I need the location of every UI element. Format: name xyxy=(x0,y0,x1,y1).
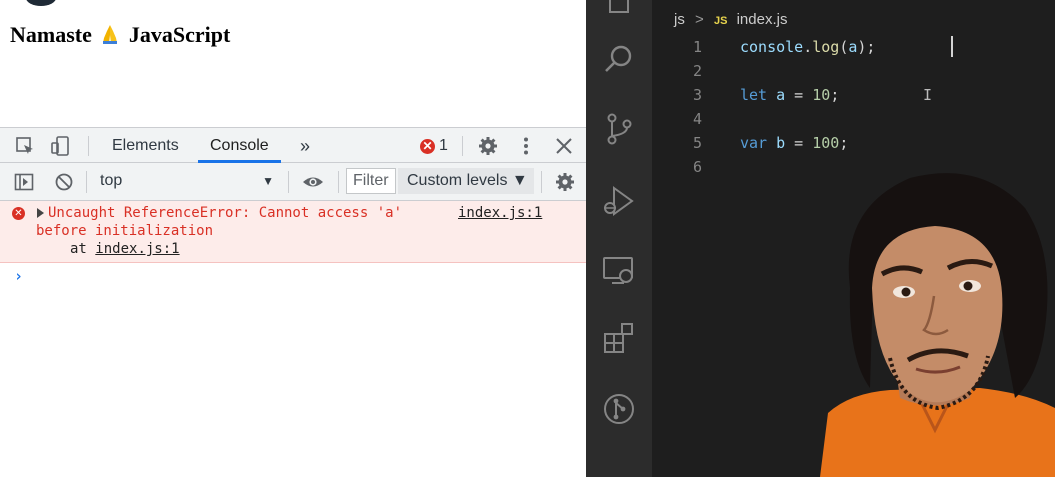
stack-at-label: at xyxy=(70,241,87,257)
explorer-icon[interactable] xyxy=(602,0,636,20)
filter-input[interactable]: Filter xyxy=(346,168,396,194)
extensions-icon[interactable] xyxy=(602,322,636,356)
tab-console[interactable]: Console xyxy=(198,128,281,163)
settings-gear-icon[interactable] xyxy=(478,136,498,156)
more-tabs-button[interactable]: » xyxy=(300,128,310,163)
code-line[interactable]: let a = 10; xyxy=(740,86,839,104)
error-x-icon: ✕ xyxy=(420,138,435,154)
code-line[interactable]: console.log(a); xyxy=(740,38,875,56)
error-source-link[interactable]: index.js:1 xyxy=(458,205,542,221)
folded-hands-icon xyxy=(103,25,118,44)
browser-viewport: Namaste JavaScript Elements Console » ✕ xyxy=(0,0,586,477)
log-levels-dropdown[interactable]: Custom levels ▼ xyxy=(398,168,534,194)
remote-explorer-icon[interactable] xyxy=(602,254,636,288)
context-select-value: top xyxy=(100,172,123,189)
divider xyxy=(86,171,87,193)
js-file-icon: JS xyxy=(713,15,728,27)
heading-namaste: Namaste xyxy=(10,22,92,47)
stack-trace-link[interactable]: index.js:1 xyxy=(95,241,179,257)
divider xyxy=(462,136,463,156)
error-count-badge[interactable]: ✕ 1 xyxy=(420,136,448,156)
line-number: 1 xyxy=(692,38,702,56)
devtools-panel: Elements Console » ✕ 1 top ▼ Filter Cust… xyxy=(0,127,586,477)
error-text-line2: before initialization xyxy=(36,223,214,239)
line-number: 4 xyxy=(692,110,702,128)
source-control-icon[interactable] xyxy=(602,112,636,146)
divider xyxy=(541,171,542,193)
console-output: ✕ Uncaught ReferenceError: Cannot access… xyxy=(0,201,586,477)
line-number: 6 xyxy=(692,158,702,176)
devtools-tabbar: Elements Console » ✕ 1 xyxy=(0,127,586,163)
device-toolbar-icon[interactable] xyxy=(50,136,70,156)
console-prompt-icon[interactable]: › xyxy=(14,267,23,285)
line-number: 2 xyxy=(692,62,702,80)
page-heading: Namaste JavaScript xyxy=(10,22,230,48)
close-icon[interactable] xyxy=(554,136,574,156)
console-toolbar: top ▼ Filter Custom levels ▼ xyxy=(0,163,586,201)
breadcrumb-file[interactable]: index.js xyxy=(737,11,788,28)
corner-artifact xyxy=(26,0,56,6)
live-expression-eye-icon[interactable] xyxy=(302,172,324,192)
sidebar-toggle-icon[interactable] xyxy=(14,172,34,192)
code-line[interactable]: var b = 100; xyxy=(740,134,848,152)
clear-console-icon[interactable] xyxy=(54,172,74,192)
stack-trace-line: at index.js:1 xyxy=(70,241,180,257)
divider xyxy=(288,171,289,193)
inspect-element-icon[interactable] xyxy=(15,136,35,156)
expand-triangle-icon[interactable] xyxy=(37,208,44,218)
line-number: 3 xyxy=(692,86,702,104)
search-icon[interactable] xyxy=(602,42,636,76)
breadcrumb-folder[interactable]: js xyxy=(674,11,685,28)
chevron-right-icon: > xyxy=(695,11,704,28)
line-number: 5 xyxy=(692,134,702,152)
heading-javascript: JavaScript xyxy=(128,22,231,47)
context-select[interactable]: top ▼ xyxy=(92,169,282,193)
console-error-message: ✕ Uncaught ReferenceError: Cannot access… xyxy=(0,201,586,263)
console-settings-gear-icon[interactable] xyxy=(555,172,575,192)
git-graph-icon[interactable] xyxy=(602,392,636,426)
error-text-line1: Uncaught ReferenceError: Cannot access '… xyxy=(48,205,403,221)
chevron-down-icon: ▼ xyxy=(262,174,274,188)
divider xyxy=(338,171,339,193)
ibeam-cursor-icon: I xyxy=(923,86,933,104)
tab-elements[interactable]: Elements xyxy=(112,128,179,163)
error-icon: ✕ xyxy=(12,207,25,220)
text-cursor xyxy=(951,36,953,57)
presenter-video-overlay xyxy=(820,173,1055,477)
error-count: 1 xyxy=(439,137,448,154)
run-debug-icon[interactable] xyxy=(602,184,636,218)
breadcrumb: js > JS index.js xyxy=(674,11,787,28)
activity-bar xyxy=(586,0,652,477)
divider xyxy=(88,136,89,156)
kebab-menu-icon[interactable] xyxy=(516,136,536,156)
